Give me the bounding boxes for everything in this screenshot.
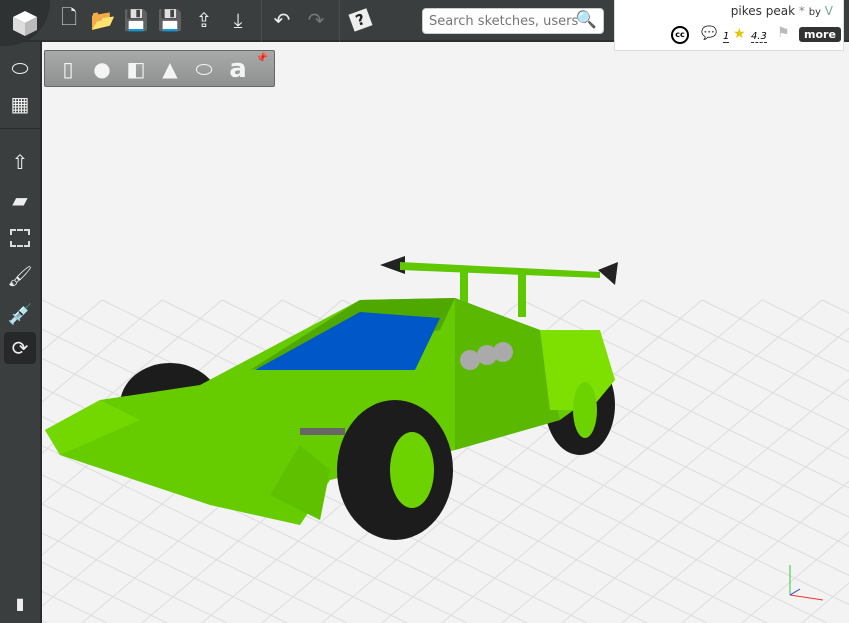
open-folder-icon[interactable]: 📂: [89, 6, 117, 34]
new-file-icon[interactable]: 🗋: [55, 5, 83, 34]
box-icon[interactable]: ◧: [123, 56, 149, 82]
extrude-up-icon[interactable]: ⇧: [4, 146, 36, 178]
cylinder-icon[interactable]: ▯: [55, 56, 81, 82]
text-shape-icon[interactable]: a: [225, 54, 251, 84]
shape-palette: ▯ ● ◧ ▲ ⬭ a 📌: [44, 50, 275, 87]
paint-brush-icon[interactable]: 🖌: [4, 260, 36, 292]
save-icon[interactable]: 💾: [122, 6, 150, 34]
eyedropper-icon[interactable]: 💉: [4, 298, 36, 330]
comments-icon[interactable]: 💬: [701, 26, 717, 41]
download-icon[interactable]: ⤓: [224, 6, 252, 34]
left-toolbar: ⬭ ▦ ⇧ ▰ 🖌 💉 ⟳ ▮: [0, 42, 42, 623]
pin-icon[interactable]: 📌: [256, 53, 268, 64]
app-logo-cube-icon[interactable]: [0, 0, 50, 46]
sketch-info-panel: pikes peak * by V cc 💬 1 ★ 4.3 ⚑ more: [614, 0, 844, 51]
modified-marker: *: [798, 4, 805, 18]
blocks-icon[interactable]: ▦: [4, 88, 36, 120]
save-as-icon[interactable]: 💾: [156, 6, 184, 34]
by-label: by: [808, 7, 821, 18]
help-book-icon[interactable]: ?: [346, 6, 374, 34]
divider: [261, 0, 262, 42]
upload-icon[interactable]: ⇪: [190, 6, 218, 34]
sketch-title: pikes peak: [730, 4, 796, 18]
sphere-icon[interactable]: ●: [89, 56, 115, 82]
search-icon[interactable]: 🔍: [576, 10, 597, 30]
redo-icon[interactable]: ↷: [302, 6, 330, 34]
cone-icon[interactable]: ▲: [157, 56, 183, 82]
3d-viewport[interactable]: [42, 44, 849, 623]
search-box: 🔍: [422, 8, 604, 34]
comment-count[interactable]: 1: [723, 31, 730, 43]
search-input[interactable]: [429, 9, 579, 33]
more-button[interactable]: more: [799, 27, 841, 42]
divider: [339, 0, 340, 42]
select-region-icon[interactable]: [4, 222, 36, 254]
star-icon[interactable]: ★: [733, 26, 746, 42]
shapes-group-icon[interactable]: ⬭: [4, 52, 36, 84]
rating-value: 4.3: [751, 31, 767, 43]
eraser-icon[interactable]: ▰: [4, 184, 36, 216]
axis-gizmo: [789, 565, 824, 601]
view-cube-icon[interactable]: ▮: [4, 587, 36, 619]
cc-license-icon[interactable]: cc: [671, 26, 689, 44]
rotate-view-icon[interactable]: ⟳: [4, 332, 36, 364]
flag-icon[interactable]: ⚑: [777, 25, 790, 41]
divider: [0, 128, 40, 129]
race-car-model[interactable]: [45, 256, 618, 540]
author-link[interactable]: V: [825, 4, 833, 18]
torus-icon[interactable]: ⬭: [191, 56, 217, 82]
undo-icon[interactable]: ↶: [268, 6, 296, 34]
